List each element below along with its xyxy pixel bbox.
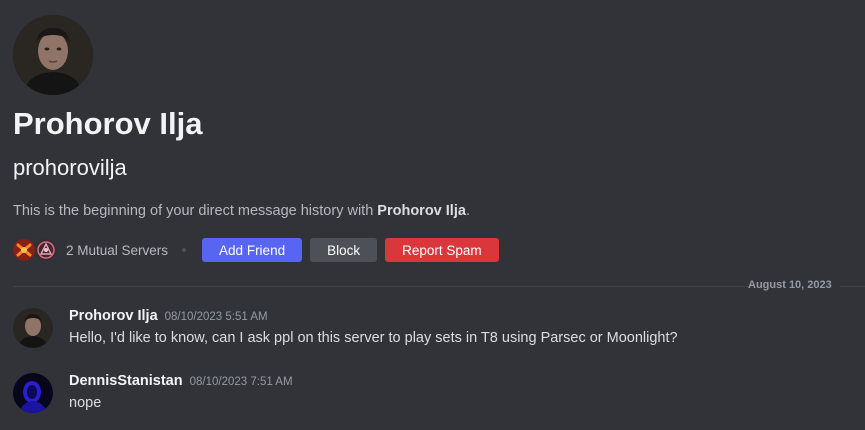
dm-history-intro: This is the beginning of your direct mes… xyxy=(13,203,470,219)
date-divider-label: August 10, 2023 xyxy=(748,279,832,291)
intro-user-name: Prohorov Ilja xyxy=(377,203,466,219)
message-header: Prohorov Ilja 08/10/2023 5:51 AM xyxy=(69,308,268,324)
profile-avatar[interactable] xyxy=(13,15,93,95)
server-logo-icon xyxy=(13,239,35,261)
date-divider-line xyxy=(13,286,748,287)
separator-dot xyxy=(182,248,187,252)
dm-channel: Prohorov Ilja prohorovilja This is the b… xyxy=(0,0,865,430)
message-content: Hello, I'd like to know, can I ask ppl o… xyxy=(69,330,678,346)
add-friend-button[interactable]: Add Friend xyxy=(202,238,303,262)
message-timestamp[interactable]: 08/10/2023 5:51 AM xyxy=(165,311,268,323)
message-author-avatar[interactable] xyxy=(13,373,53,413)
server-logo-icon xyxy=(35,239,57,261)
message-author-avatar[interactable] xyxy=(13,308,53,348)
intro-suffix: . xyxy=(465,203,470,219)
mutual-server-icon[interactable] xyxy=(13,239,35,261)
message-timestamp[interactable]: 08/10/2023 7:51 AM xyxy=(190,376,293,388)
profile-avatar-image xyxy=(13,15,93,95)
message-item[interactable]: DennisStanistan 08/10/2023 7:51 AM nope xyxy=(13,373,853,417)
message-header: DennisStanistan 08/10/2023 7:51 AM xyxy=(69,373,293,389)
message-item[interactable]: Prohorov Ilja 08/10/2023 5:51 AM Hello, … xyxy=(13,308,853,352)
mutual-server-icon[interactable] xyxy=(35,239,57,261)
message-author[interactable]: DennisStanistan xyxy=(69,373,183,389)
mutual-servers-link[interactable]: 2 Mutual Servers xyxy=(66,243,168,258)
author-avatar-image xyxy=(13,373,53,413)
message-author[interactable]: Prohorov Ilja xyxy=(69,308,158,324)
profile-username: prohorovilja xyxy=(13,155,127,180)
block-button[interactable]: Block xyxy=(310,238,378,262)
date-divider-line-end xyxy=(840,286,865,287)
author-avatar-image xyxy=(13,308,53,348)
profile-display-name: Prohorov Ilja xyxy=(13,106,203,141)
intro-text: This is the beginning of your direct mes… xyxy=(13,203,378,219)
message-content: nope xyxy=(69,395,102,411)
profile-action-row: 2 Mutual Servers Add Friend Block Report… xyxy=(13,237,507,263)
report-spam-button[interactable]: Report Spam xyxy=(385,238,499,262)
